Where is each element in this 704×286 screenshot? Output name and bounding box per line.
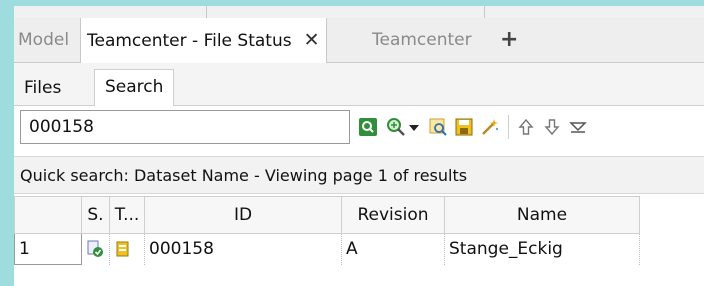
revision-cell[interactable]: A — [341, 233, 445, 265]
subtab-search[interactable]: Search — [94, 69, 175, 107]
close-icon[interactable]: ✕ — [304, 29, 320, 51]
results-table: S. T... ID Revision Name 1 000158 A Stan… — [14, 196, 640, 265]
name-cell[interactable]: Stange_Eckig — [444, 233, 640, 265]
search-go-icon[interactable] — [358, 117, 378, 137]
header-revision[interactable]: Revision — [341, 196, 445, 234]
status-cell — [81, 233, 110, 265]
magic-wand-icon[interactable] — [480, 117, 500, 137]
header-name[interactable]: Name — [444, 196, 640, 234]
dropdown-arrow-icon[interactable] — [408, 117, 420, 137]
status-ok-icon — [86, 240, 104, 258]
tab-file-status[interactable]: Teamcenter - File Status ✕ — [80, 18, 327, 63]
arrow-up-icon[interactable] — [516, 117, 536, 137]
status-bar: Quick search: Dataset Name - Viewing pag… — [14, 156, 704, 194]
table-row[interactable]: 1 000158 A Stange_Eckig — [14, 233, 640, 265]
tab-model[interactable]: Model — [18, 18, 69, 62]
arrow-down-icon[interactable] — [542, 117, 562, 137]
tab-bar: Model Teamcenter - File Status ✕ Teamcent… — [14, 18, 704, 63]
toolbar-separator — [508, 115, 509, 139]
table-header-row: S. T... ID Revision Name — [14, 196, 640, 234]
zoom-search-icon[interactable] — [386, 117, 406, 137]
add-tab-icon[interactable]: + — [500, 18, 518, 62]
row-number: 1 — [14, 233, 82, 265]
search-toolbar — [14, 106, 704, 154]
header-type[interactable]: T... — [109, 196, 145, 234]
subtab-bar: Files Search — [14, 63, 704, 107]
search-input[interactable] — [20, 110, 350, 144]
subtab-files[interactable]: Files — [24, 71, 61, 105]
find-icon[interactable] — [428, 117, 448, 137]
menu-collapse-icon[interactable] — [568, 117, 588, 137]
id-cell[interactable]: 000158 — [144, 233, 342, 265]
save-icon[interactable] — [454, 117, 474, 137]
app-window: Model Teamcenter - File Status ✕ Teamcent… — [14, 6, 704, 286]
type-cell — [109, 233, 145, 265]
dataset-type-icon — [114, 240, 132, 258]
header-id[interactable]: ID — [144, 196, 342, 234]
tab-file-status-label: Teamcenter - File Status — [87, 31, 292, 51]
tab-teamcenter[interactable]: Teamcenter — [372, 18, 472, 62]
header-status[interactable]: S. — [81, 196, 110, 234]
header-row-number — [14, 196, 82, 234]
